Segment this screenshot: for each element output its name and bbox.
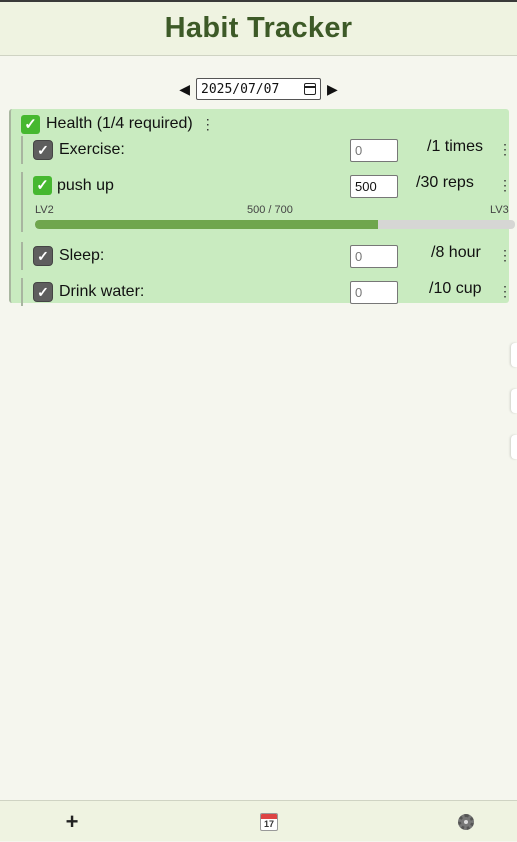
next-day-button[interactable]: ▶ — [327, 78, 338, 100]
habit-menu-icon[interactable]: ⋮ — [498, 141, 512, 158]
level-progress-text: 500 / 700 — [247, 204, 293, 216]
group-check-icon[interactable]: ✓ — [21, 114, 40, 134]
habit-label: Sleep: — [59, 247, 105, 264]
habit-count-input[interactable]: 500 — [350, 175, 398, 198]
habit-target: /1 times — [427, 138, 484, 155]
habit-item-push-up: ✓ push up 500 /30 reps ⋮ LV2 500 / 700 L… — [21, 172, 515, 232]
habit-item-drink-water: ✓ Drink water: 0 /10 cup ⋮ — [21, 278, 512, 306]
group-title: Health (1/4 required) — [46, 115, 193, 132]
next-level: LV3 — [490, 204, 509, 216]
settings-button[interactable] — [446, 801, 486, 842]
side-handle[interactable] — [511, 435, 517, 459]
habit-item-exercise: ✓ Exercise: 0 /1 times ⋮ — [21, 136, 512, 164]
habit-label: Exercise: — [59, 141, 125, 158]
habit-menu-icon[interactable]: ⋮ — [498, 247, 512, 264]
habit-item-sleep: ✓ Sleep: 0 /8 hour ⋮ — [21, 242, 512, 270]
current-level: LV2 — [35, 204, 54, 216]
bottom-toolbar: + 17 — [0, 800, 517, 841]
group-menu-icon[interactable]: ⋮ — [201, 116, 215, 133]
habit-group-health: ✓ Health (1/4 required) ⋮ ✓ Exercise: 0 … — [9, 109, 515, 306]
level-progress-bar — [35, 220, 515, 229]
side-handle[interactable] — [511, 389, 517, 413]
habit-checkbox[interactable]: ✓ — [33, 246, 53, 266]
app-title: Habit Tracker — [164, 12, 353, 44]
plus-icon: + — [65, 808, 79, 834]
habit-menu-icon[interactable]: ⋮ — [498, 283, 512, 300]
habit-checkbox[interactable]: ✓ — [33, 282, 53, 302]
habit-count-input[interactable]: 0 — [350, 139, 398, 162]
habit-label: Drink water: — [59, 283, 145, 300]
date-input[interactable]: 2025/07/07 — [196, 78, 321, 100]
add-habit-button[interactable]: + — [52, 801, 92, 842]
habit-count-input[interactable]: 0 — [350, 281, 398, 304]
level-progress-fill — [35, 220, 378, 229]
calendar-button[interactable]: 17 — [249, 801, 289, 842]
habit-check-icon[interactable]: ✓ — [33, 176, 52, 195]
gear-icon — [458, 813, 474, 830]
habit-target: /30 reps — [416, 174, 474, 191]
date-value: 2025/07/07 — [201, 81, 280, 97]
date-navigation: ◀ 2025/07/07 ▶ — [0, 78, 517, 100]
prev-day-button[interactable]: ◀ — [179, 78, 190, 100]
habit-target: /10 cup — [429, 280, 482, 297]
calendar-picker-icon[interactable] — [304, 83, 316, 95]
habit-label: push up — [57, 176, 114, 194]
habit-target: /8 hour — [431, 244, 481, 261]
app-header: Habit Tracker — [0, 2, 517, 56]
calendar-icon: 17 — [260, 812, 278, 831]
habit-menu-icon[interactable]: ⋮ — [498, 177, 512, 194]
side-handle[interactable] — [511, 343, 517, 367]
group-header: ✓ Health (1/4 required) ⋮ — [21, 114, 215, 134]
habit-checkbox[interactable]: ✓ — [33, 140, 53, 160]
habit-count-input[interactable]: 0 — [350, 245, 398, 268]
level-info: LV2 500 / 700 LV3 — [23, 204, 511, 218]
calendar-icon-day: 17 — [263, 818, 274, 829]
